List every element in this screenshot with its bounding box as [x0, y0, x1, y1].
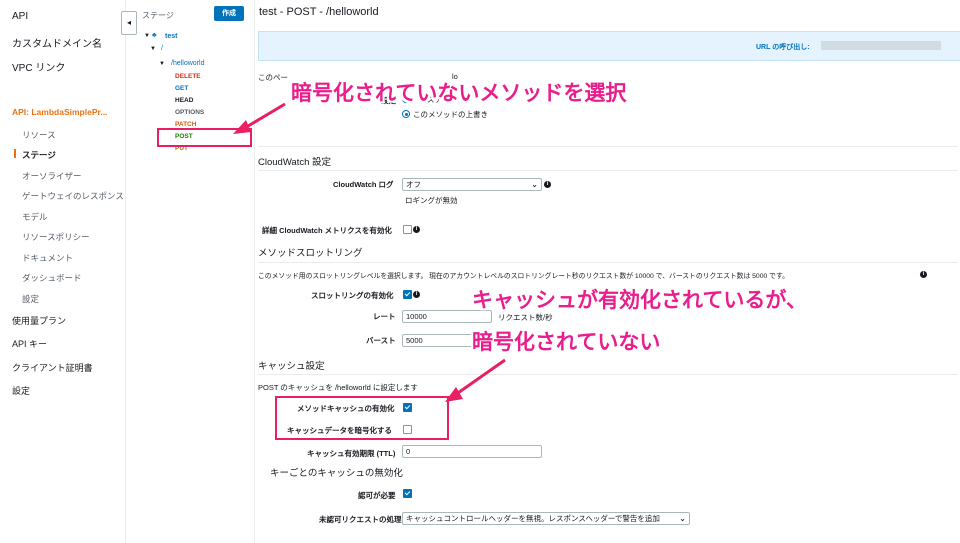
annotation-middle-line1: キャッシュが有効化されているが、	[472, 289, 807, 312]
arrow-head	[445, 387, 463, 402]
arrow-to-post	[242, 102, 286, 131]
annotation-middle-line2: 暗号化されていない	[472, 331, 661, 354]
arrow-to-cache-box	[454, 358, 506, 397]
annotation-top: 暗号化されていないメソッドを選択	[291, 82, 627, 105]
arrow-head	[233, 120, 251, 134]
